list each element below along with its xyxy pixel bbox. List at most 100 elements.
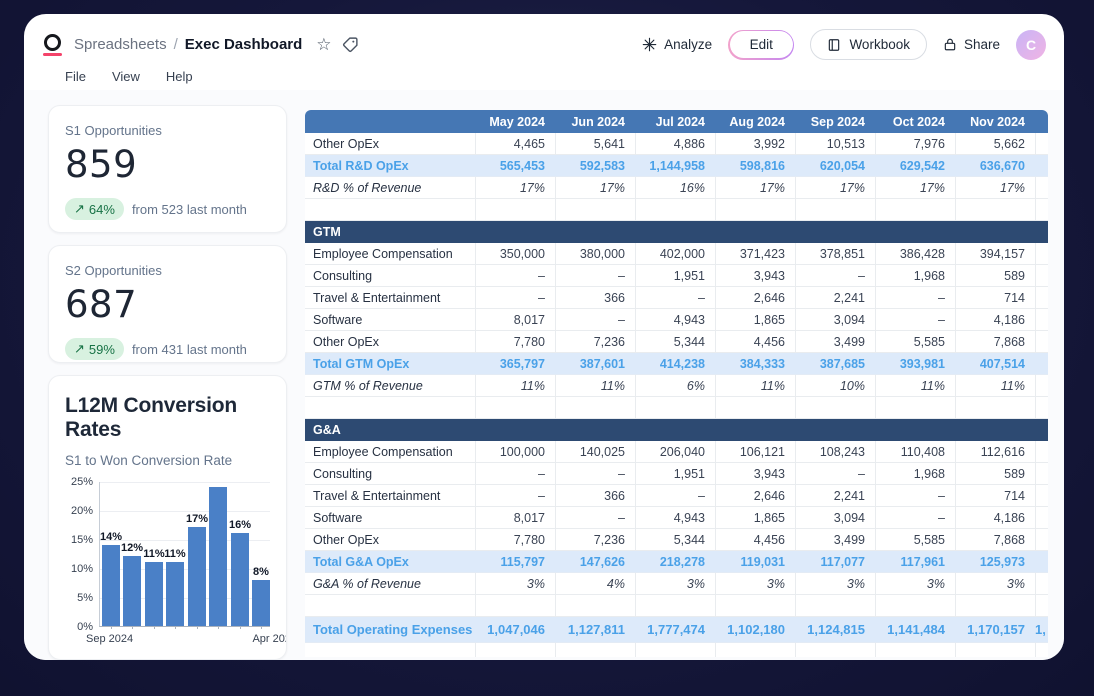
row-label-cell[interactable]: Total G&A OpEx bbox=[305, 551, 475, 573]
table-cell[interactable]: 1,865 bbox=[715, 309, 795, 331]
table-cell[interactable] bbox=[955, 397, 1035, 419]
table-cell-partial[interactable] bbox=[1035, 529, 1048, 551]
row-label-cell[interactable]: Travel & Entertainment bbox=[305, 287, 475, 309]
column-header[interactable]: Sep 2024 bbox=[795, 110, 875, 133]
column-header[interactable]: Oct 2024 bbox=[875, 110, 955, 133]
table-cell[interactable]: 110,408 bbox=[875, 441, 955, 463]
column-header[interactable]: Nov 2024 bbox=[955, 110, 1035, 133]
app-logo[interactable] bbox=[40, 34, 64, 56]
table-cell[interactable]: 10,513 bbox=[795, 133, 875, 155]
table-cell[interactable]: 4,465 bbox=[475, 133, 555, 155]
table-cell[interactable]: 4,943 bbox=[635, 309, 715, 331]
table-cell[interactable]: 384,333 bbox=[715, 353, 795, 375]
table-cell[interactable]: 6% bbox=[635, 375, 715, 397]
table-cell[interactable] bbox=[875, 595, 955, 617]
table-cell[interactable]: – bbox=[795, 265, 875, 287]
table-cell[interactable]: 714 bbox=[955, 485, 1035, 507]
table-cell[interactable]: 4,186 bbox=[955, 309, 1035, 331]
table-cell[interactable]: 11% bbox=[555, 375, 635, 397]
table-cell[interactable]: 4,943 bbox=[635, 507, 715, 529]
table-cell[interactable]: – bbox=[475, 485, 555, 507]
table-cell[interactable]: 17% bbox=[795, 177, 875, 199]
table-cell[interactable]: 140,025 bbox=[555, 441, 635, 463]
table-cell[interactable] bbox=[475, 643, 555, 657]
table-cell[interactable] bbox=[1035, 397, 1048, 419]
menu-item-help[interactable]: Help bbox=[166, 69, 193, 84]
table-cell[interactable]: 371,423 bbox=[715, 243, 795, 265]
table-cell[interactable]: 4,456 bbox=[715, 529, 795, 551]
table-cell[interactable]: 11% bbox=[955, 375, 1035, 397]
table-cell[interactable] bbox=[955, 595, 1035, 617]
table-cell-partial[interactable] bbox=[1035, 309, 1048, 331]
table-cell[interactable] bbox=[955, 643, 1035, 657]
table-cell[interactable]: 350,000 bbox=[475, 243, 555, 265]
table-cell[interactable]: 2,241 bbox=[795, 287, 875, 309]
table-cell[interactable] bbox=[305, 397, 475, 419]
table-cell[interactable]: 11% bbox=[875, 375, 955, 397]
row-label-cell[interactable]: G&A % of Revenue bbox=[305, 573, 475, 595]
table-cell[interactable]: 3,094 bbox=[795, 507, 875, 529]
table-cell[interactable]: 7,976 bbox=[875, 133, 955, 155]
table-cell[interactable]: – bbox=[475, 265, 555, 287]
row-label-cell[interactable]: GTM % of Revenue bbox=[305, 375, 475, 397]
table-cell[interactable]: 380,000 bbox=[555, 243, 635, 265]
table-cell[interactable] bbox=[795, 397, 875, 419]
table-cell[interactable]: 4,886 bbox=[635, 133, 715, 155]
table-cell[interactable]: 17% bbox=[555, 177, 635, 199]
table-cell[interactable]: 7,236 bbox=[555, 331, 635, 353]
table-cell[interactable]: 5,344 bbox=[635, 529, 715, 551]
table-cell-partial[interactable] bbox=[1035, 485, 1048, 507]
table-cell[interactable] bbox=[555, 199, 635, 221]
table-cell[interactable]: 206,040 bbox=[635, 441, 715, 463]
table-cell[interactable]: 125,973 bbox=[955, 551, 1035, 573]
table-cell[interactable]: 117,077 bbox=[795, 551, 875, 573]
table-cell[interactable]: 3% bbox=[795, 573, 875, 595]
table-cell[interactable] bbox=[635, 199, 715, 221]
table-cell[interactable] bbox=[1035, 643, 1048, 657]
table-cell[interactable] bbox=[555, 397, 635, 419]
table-cell[interactable]: 592,583 bbox=[555, 155, 635, 177]
table-cell[interactable]: 1,047,046 bbox=[475, 617, 555, 643]
table-cell[interactable]: 112,616 bbox=[955, 441, 1035, 463]
table-cell[interactable]: 387,685 bbox=[795, 353, 875, 375]
table-cell[interactable]: 17% bbox=[475, 177, 555, 199]
table-cell[interactable]: – bbox=[795, 463, 875, 485]
table-cell-partial[interactable] bbox=[1035, 507, 1048, 529]
table-cell[interactable]: – bbox=[555, 265, 635, 287]
table-cell[interactable]: 1,141,484 bbox=[875, 617, 955, 643]
table-cell[interactable]: 620,054 bbox=[795, 155, 875, 177]
table-cell[interactable]: 1,968 bbox=[875, 463, 955, 485]
table-cell[interactable]: 387,601 bbox=[555, 353, 635, 375]
table-cell[interactable]: 1,144,958 bbox=[635, 155, 715, 177]
section-header-cell[interactable]: GTM bbox=[305, 221, 1048, 243]
row-label-cell[interactable]: Total R&D OpEx bbox=[305, 155, 475, 177]
table-cell[interactable]: – bbox=[555, 463, 635, 485]
table-cell[interactable]: 402,000 bbox=[635, 243, 715, 265]
table-cell[interactable]: – bbox=[875, 485, 955, 507]
table-cell[interactable]: 714 bbox=[955, 287, 1035, 309]
table-cell[interactable]: 565,453 bbox=[475, 155, 555, 177]
table-cell[interactable] bbox=[475, 199, 555, 221]
row-label-cell[interactable]: Other OpEx bbox=[305, 331, 475, 353]
table-cell[interactable]: – bbox=[635, 287, 715, 309]
table-cell[interactable]: 1,968 bbox=[875, 265, 955, 287]
table-cell[interactable]: 11% bbox=[475, 375, 555, 397]
row-label-cell[interactable]: Other OpEx bbox=[305, 529, 475, 551]
table-cell[interactable]: 3,943 bbox=[715, 463, 795, 485]
table-cell[interactable] bbox=[715, 397, 795, 419]
table-cell[interactable]: 4,456 bbox=[715, 331, 795, 353]
table-cell[interactable]: 3% bbox=[635, 573, 715, 595]
table-cell[interactable]: – bbox=[875, 287, 955, 309]
column-header[interactable]: Jul 2024 bbox=[635, 110, 715, 133]
column-header[interactable]: Aug 2024 bbox=[715, 110, 795, 133]
row-label-cell[interactable]: Software bbox=[305, 507, 475, 529]
table-cell[interactable]: – bbox=[875, 309, 955, 331]
table-cell[interactable]: 2,646 bbox=[715, 287, 795, 309]
table-cell[interactable] bbox=[635, 595, 715, 617]
table-cell[interactable]: – bbox=[635, 485, 715, 507]
workbook-button[interactable]: Workbook bbox=[810, 29, 927, 60]
table-cell[interactable]: 3% bbox=[875, 573, 955, 595]
table-cell[interactable]: 17% bbox=[715, 177, 795, 199]
share-button[interactable]: Share bbox=[943, 37, 1000, 52]
table-cell[interactable] bbox=[305, 643, 475, 657]
